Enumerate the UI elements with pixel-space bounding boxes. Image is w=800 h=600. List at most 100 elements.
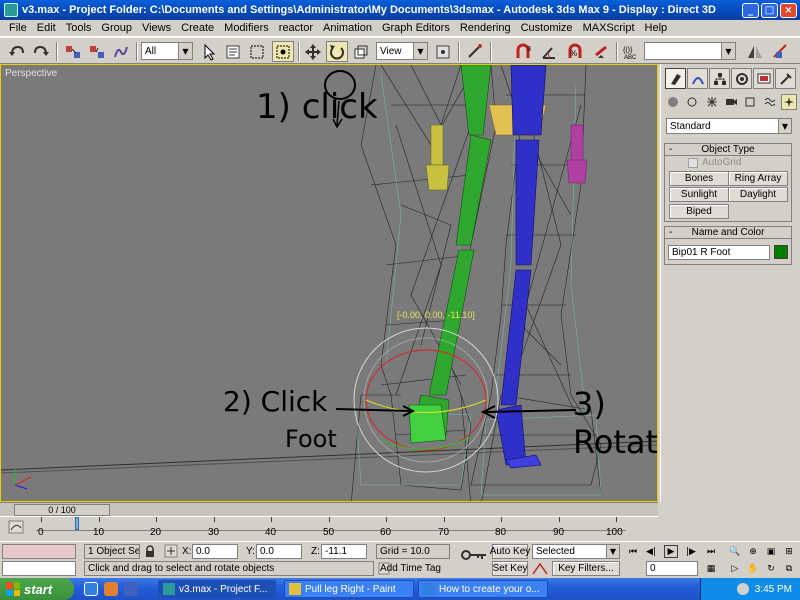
perspective-viewport[interactable]: Perspective [-0.00, 0.00, -11.10] 1) cli… xyxy=(0,64,658,502)
menu-group[interactable]: Group xyxy=(96,22,137,34)
hierarchy-tab-icon[interactable] xyxy=(709,68,730,89)
menu-help[interactable]: Help xyxy=(640,22,673,34)
snaps-toggle-icon[interactable]: 3 xyxy=(512,41,534,62)
x-coordinate-field[interactable]: 0.0 xyxy=(192,544,238,559)
undo-icon[interactable] xyxy=(6,41,28,62)
key-mode-dropdown[interactable]: Selected ▼ xyxy=(532,544,620,559)
arc-rotate-icon[interactable]: ↻ xyxy=(764,562,778,575)
edit-named-selection-icon[interactable]: {()} ABC xyxy=(620,41,642,62)
sunlight-button[interactable]: Sunlight xyxy=(669,187,729,202)
menu-reactor[interactable]: reactor xyxy=(274,22,318,34)
quick-launch-icon[interactable] xyxy=(104,582,118,596)
menu-customize[interactable]: Customize xyxy=(516,22,578,34)
current-frame-marker[interactable] xyxy=(75,517,79,530)
rectangular-selection-icon[interactable] xyxy=(246,41,268,62)
biped-button[interactable]: Biped xyxy=(669,204,729,219)
z-coordinate-field[interactable]: -11.1 xyxy=(321,544,367,559)
time-configuration-icon[interactable]: ▦ xyxy=(704,562,718,575)
menu-graph-editors[interactable]: Graph Editors xyxy=(377,22,455,34)
zoom-extents-icon[interactable]: ▣ xyxy=(764,545,778,558)
select-by-name-icon[interactable] xyxy=(222,41,244,62)
select-and-move-icon[interactable] xyxy=(302,41,324,62)
key-filters-button[interactable]: Key Filters... xyxy=(552,561,620,576)
start-button[interactable]: start xyxy=(0,578,74,600)
angle-snap-toggle-icon[interactable] xyxy=(538,41,560,62)
go-to-start-icon[interactable]: ⏮ xyxy=(626,545,640,558)
object-name-field[interactable]: Bip01 R Foot xyxy=(668,245,770,260)
absolute-mode-transform-icon[interactable] xyxy=(164,544,178,558)
menu-modifiers[interactable]: Modifiers xyxy=(219,22,274,34)
lock-icon[interactable] xyxy=(144,545,156,558)
motion-tab-icon[interactable] xyxy=(731,68,752,89)
autogrid-checkbox-row[interactable]: AutoGrid xyxy=(688,157,741,168)
zoom-all-icon[interactable]: ⊕ xyxy=(746,545,760,558)
time-slider-thumb[interactable]: 0 / 100 xyxy=(14,504,110,516)
bind-to-space-warp-icon[interactable] xyxy=(110,41,132,62)
maximize-button[interactable]: □ xyxy=(761,2,778,18)
named-selection-sets-dropdown[interactable]: ▼ xyxy=(644,42,736,60)
select-and-scale-icon[interactable] xyxy=(350,41,372,62)
go-to-end-icon[interactable]: ⏭ xyxy=(704,545,718,558)
previous-frame-icon[interactable]: ◀| xyxy=(644,545,658,558)
field-of-view-icon[interactable]: ▷ xyxy=(728,562,742,575)
current-frame-field[interactable]: 0 xyxy=(646,561,698,576)
use-pivot-point-center-icon[interactable] xyxy=(432,41,454,62)
autogrid-checkbox[interactable] xyxy=(688,157,698,168)
set-keys-key-icon[interactable] xyxy=(460,548,488,562)
viewport-label[interactable]: Perspective xyxy=(5,68,57,79)
menu-maxscript[interactable]: MAXScript xyxy=(578,22,640,34)
next-frame-icon[interactable]: |▶ xyxy=(684,545,698,558)
menu-file[interactable]: File xyxy=(4,22,32,34)
daylight-button[interactable]: Daylight xyxy=(728,187,788,202)
maximize-viewport-icon[interactable]: ⧉ xyxy=(782,562,796,575)
bones-button[interactable]: Bones xyxy=(669,171,729,186)
utilities-tab-icon[interactable] xyxy=(775,68,796,89)
object-category-dropdown[interactable]: Standard ▼ xyxy=(666,118,792,134)
menu-rendering[interactable]: Rendering xyxy=(455,22,516,34)
helpers-icon[interactable] xyxy=(742,94,758,110)
shapes-icon[interactable] xyxy=(684,94,700,110)
spinner-snap-icon[interactable] xyxy=(590,41,612,62)
taskbar-item-paint[interactable]: Pull leg Right - Paint xyxy=(284,580,414,598)
redo-icon[interactable] xyxy=(30,41,52,62)
add-time-tag-button[interactable]: Add Time Tag xyxy=(380,563,441,574)
display-tab-icon[interactable] xyxy=(753,68,774,89)
taskbar-item-3dsmax[interactable]: v3.max - Project F... xyxy=(158,580,276,598)
set-key-button[interactable]: Set Key xyxy=(492,561,528,576)
menu-create[interactable]: Create xyxy=(176,22,219,34)
object-color-swatch[interactable] xyxy=(774,245,788,259)
select-and-link-icon[interactable] xyxy=(62,41,84,62)
internet-explorer-icon[interactable] xyxy=(84,582,98,596)
create-tab-icon[interactable] xyxy=(665,68,686,89)
auto-key-button[interactable]: Auto Key xyxy=(490,544,530,559)
select-object-icon[interactable] xyxy=(198,41,220,62)
y-coordinate-field[interactable]: 0.0 xyxy=(256,544,302,559)
geometry-icon[interactable] xyxy=(665,94,681,110)
play-animation-icon[interactable]: ▶ xyxy=(664,545,678,558)
selection-filter-dropdown[interactable]: All ▼ xyxy=(141,42,193,60)
modify-tab-icon[interactable] xyxy=(687,68,708,89)
time-slider[interactable]: 0 / 100 xyxy=(0,502,658,516)
menu-views[interactable]: Views xyxy=(137,22,176,34)
cameras-icon[interactable] xyxy=(723,94,739,110)
menu-edit[interactable]: Edit xyxy=(32,22,61,34)
reference-coordinate-dropdown[interactable]: View ▼ xyxy=(376,42,428,60)
zoom-extents-all-icon[interactable]: ⊞ xyxy=(782,545,796,558)
menu-animation[interactable]: Animation xyxy=(318,22,377,34)
maxscript-listener-input[interactable] xyxy=(2,561,76,576)
lights-icon[interactable] xyxy=(704,94,720,110)
select-and-rotate-icon[interactable] xyxy=(326,41,348,62)
clock[interactable]: 3:45 PM xyxy=(755,584,792,595)
select-and-manipulate-icon[interactable] xyxy=(464,41,486,62)
systems-icon[interactable] xyxy=(780,94,797,110)
space-warps-icon[interactable] xyxy=(762,94,778,110)
minimize-button[interactable]: _ xyxy=(742,2,759,18)
mirror-icon[interactable] xyxy=(744,41,766,62)
quick-launch-icon[interactable] xyxy=(124,582,138,596)
track-bar[interactable]: 0 10 20 30 40 50 60 70 80 90 100 xyxy=(0,516,658,541)
ring-array-button[interactable]: Ring Array xyxy=(728,171,788,186)
default-in-out-tangents-icon[interactable] xyxy=(532,562,548,576)
3dsmax-app-icon[interactable] xyxy=(4,3,18,17)
taskbar-item-browser[interactable]: How to create your o... xyxy=(418,580,548,598)
window-crossing-icon[interactable] xyxy=(272,41,294,62)
